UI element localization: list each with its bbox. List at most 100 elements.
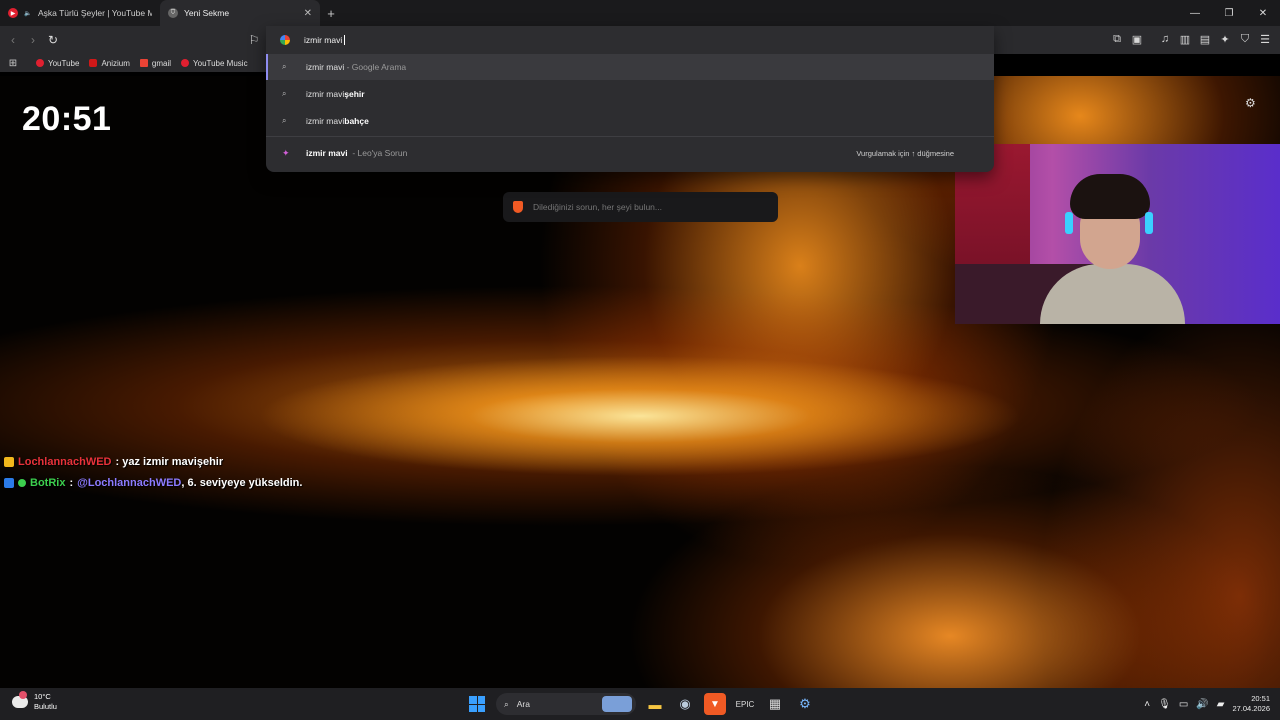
minimize-icon[interactable]: — (1178, 0, 1212, 26)
network-icon[interactable]: ▭ (1179, 699, 1188, 710)
windows-taskbar: 10°C Bulutlu ⌕ Ara ▬ ◉ ▼ EPIC ▦ ⚙ ˄ 🎙 ▭ … (0, 688, 1280, 720)
chat-message: BotRix : @LochlannachWED, 6. seviyeye yü… (4, 472, 302, 493)
suggestion-divider (266, 136, 994, 137)
bookmark-youtube-music[interactable]: YouTube Music (181, 59, 248, 68)
leo-label: - Leo'ya Sorun (352, 148, 408, 158)
chat-username: BotRix (30, 476, 66, 489)
reload-icon[interactable]: ↻ (44, 31, 62, 49)
suggestion-prefix: izmir mavi (306, 89, 345, 99)
webcam-overlay (955, 144, 1280, 324)
weather-temperature: 10°C (34, 692, 51, 701)
streamer-body (1040, 264, 1185, 324)
close-tab-icon[interactable]: ✕ (304, 8, 312, 19)
omnibox-dropdown: izmir mavi ⌕ izmir mavi - Google Arama ⌕… (266, 26, 994, 172)
headphone-icon (1145, 212, 1153, 234)
search-icon: ⌕ (282, 89, 287, 98)
verified-badge-icon (18, 478, 26, 487)
chat-text: : yaz izmir mavişehir (115, 455, 224, 468)
search-highlight-icon (602, 696, 632, 712)
suggestion-source: - Google Arama (344, 62, 407, 72)
bookmark-label: gmail (151, 58, 172, 68)
suggestion-prefix: izmir mavi (306, 116, 345, 126)
music-icon[interactable]: ♫ (1158, 32, 1172, 46)
settings-gear-icon[interactable]: ⚙ (1245, 96, 1256, 110)
extension-icons: ⧉ ▣ ♫ ▥ ▤ ✦ ⛉ ☰ (1110, 32, 1272, 46)
crown-badge-icon (4, 456, 14, 467)
menu-icon[interactable]: ☰ (1258, 32, 1272, 46)
microsoft-store-icon[interactable]: ▦ (764, 693, 786, 715)
search-icon: ⌕ (504, 698, 509, 709)
streamer-hair (1070, 174, 1150, 219)
youtube-icon (36, 59, 44, 67)
close-window-icon[interactable]: ✕ (1246, 0, 1280, 26)
card-icon[interactable]: ▤ (1198, 32, 1212, 46)
steam-icon[interactable]: ◉ (674, 693, 696, 715)
forward-icon[interactable]: › (24, 31, 42, 49)
cloudy-weather-icon (12, 691, 28, 708)
bookmark-anizium[interactable]: Anizium (89, 59, 130, 68)
epic-games-icon[interactable]: EPIC (734, 693, 756, 715)
leo-query: izmir mavi (306, 148, 348, 158)
address-bar-text[interactable]: izmir mavi (304, 35, 342, 45)
suggestion-completion: şehir (344, 89, 365, 99)
suggestion-item[interactable]: ⌕ izmir mavibahçe (266, 108, 994, 134)
chevron-up-icon[interactable]: ˄ (1144, 699, 1150, 710)
tab-bar: ▶ 🔈 Aşka Türlü Şeyler | YouTube Music ⛉ … (0, 0, 1280, 26)
taskbar-search[interactable]: ⌕ Ara (496, 693, 636, 715)
apps-grid-icon[interactable]: ⊞ (0, 58, 26, 69)
text-cursor (344, 35, 346, 45)
settings-app-icon[interactable]: ⚙ (794, 693, 816, 715)
speaker-icon[interactable]: 🔈 (24, 8, 32, 18)
moderator-badge-icon (4, 477, 14, 488)
tray-time: 20:51 (1251, 694, 1270, 703)
streamer-figure (1035, 174, 1185, 324)
leo-ai-icon[interactable]: ✦ (1218, 32, 1232, 46)
suggestion-google-search[interactable]: ⌕ izmir mavi - Google Arama (266, 54, 994, 80)
youtube-music-favicon-icon: ▶ (8, 8, 18, 18)
tab-title: Yeni Sekme (184, 8, 230, 18)
bookmark-label: YouTube Music (193, 58, 248, 68)
leo-search-input[interactable] (533, 202, 763, 212)
chat-text: , 6. seviyeye yükseldin. (181, 476, 303, 489)
suggestion-ask-leo[interactable]: ✦ izmir mavi - Leo'ya Sorun Vurgulamak i… (266, 140, 994, 166)
vpn-shield-icon[interactable]: ⛉ (1238, 32, 1252, 46)
sidebar-icon[interactable]: ▥ (1178, 32, 1192, 46)
tray-clock[interactable]: 20:51 27.04.2026 (1232, 694, 1270, 714)
stream-chat: LochlannachWED : yaz izmir mavişehir Bot… (4, 451, 302, 493)
gmail-icon (139, 59, 148, 67)
file-explorer-icon[interactable]: ▬ (644, 693, 666, 715)
chat-mention: @LochlannachWED (77, 476, 182, 489)
suggestion-query: izmir mavi (306, 62, 345, 72)
brave-lion-icon (513, 201, 523, 213)
taskbar-apps: ⌕ Ara ▬ ◉ ▼ EPIC ▦ ⚙ (466, 691, 816, 717)
volume-icon[interactable]: 🔊 (1196, 699, 1208, 710)
back-icon[interactable]: ‹ (4, 31, 22, 49)
tab-new-tab[interactable]: ⛉ Yeni Sekme ✕ (160, 0, 320, 26)
weather-widget[interactable]: 10°C Bulutlu (12, 691, 57, 712)
suggestion-item[interactable]: ⌕ izmir mavişehir (266, 81, 994, 107)
wallet-icon[interactable]: ▣ (1130, 32, 1144, 46)
leo-search-box[interactable] (503, 192, 778, 222)
weather-description: Bulutlu (34, 702, 57, 711)
puzzle-extension-icon[interactable]: ⧉ (1110, 32, 1124, 46)
suggestion-completion: bahçe (344, 116, 369, 126)
system-tray: ˄ 🎙 ▭ 🔊 ▰ 20:51 27.04.2026 (1144, 692, 1270, 716)
windows-start-icon[interactable] (466, 693, 488, 715)
microphone-icon[interactable]: 🎙 (1158, 699, 1171, 710)
battery-icon[interactable]: ▰ (1217, 699, 1225, 710)
bookmark-icon[interactable]: ⚐ (245, 31, 263, 49)
bookmark-gmail[interactable]: gmail (139, 58, 172, 68)
bookmark-youtube[interactable]: YouTube (36, 59, 79, 68)
address-bar[interactable]: izmir mavi (266, 26, 994, 54)
anizium-icon (89, 59, 98, 67)
bookmarks-bar: ⊞ YouTube Anizium gmail YouTube Music (0, 54, 268, 72)
tray-date: 27.04.2026 (1232, 704, 1270, 713)
brave-browser-icon[interactable]: ▼ (704, 693, 726, 715)
brave-shield-icon: ⛉ (168, 8, 178, 18)
youtube-music-icon (181, 59, 190, 67)
chat-separator: : (69, 476, 74, 489)
tab-youtube-music[interactable]: ▶ 🔈 Aşka Türlü Şeyler | YouTube Music (0, 0, 160, 26)
keyboard-hint: Vurgulamak için ↑ düğmesine (856, 148, 954, 158)
restore-icon[interactable]: ❐ (1212, 0, 1246, 26)
new-tab-button[interactable]: + (320, 0, 342, 26)
